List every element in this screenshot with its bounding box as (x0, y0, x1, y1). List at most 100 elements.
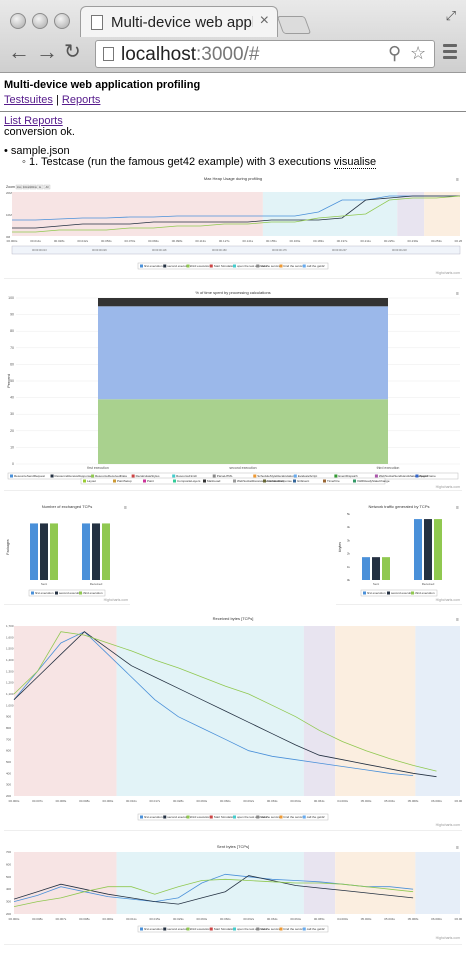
y-tick-label: 70 (10, 346, 14, 350)
x-tick-label: 00.064s (290, 799, 301, 803)
nav-separator: | (55, 94, 59, 106)
legend-swatch (209, 927, 213, 931)
y-tick-label: 1,000 (6, 703, 14, 707)
bookmark-star-icon[interactable]: ☆ (410, 43, 426, 64)
x-tick-label: 06.000s (431, 917, 442, 921)
x-tick-label: 00.008s (79, 917, 90, 921)
minimize-window-button[interactable] (32, 13, 48, 29)
legend-swatch (10, 474, 13, 478)
plot-band (12, 192, 263, 236)
x-tick-label: 00.225s (384, 239, 395, 243)
fullscreen-icon[interactable]: ⤢ (446, 8, 456, 24)
legend-item: first execution (144, 264, 163, 268)
y-tick-label: 500 (6, 875, 11, 879)
browser-chrome: Multi-device web application profiling ×… (0, 0, 466, 73)
address-bar[interactable]: localhost:3000/# ⚲ ☆ (95, 40, 435, 68)
legend-item: XHRReadyStateChange (357, 479, 390, 483)
legend-item: third execution (415, 591, 435, 595)
x-tick-label: 00.000s (9, 917, 20, 921)
x-tick-label: 04.000s (337, 917, 348, 921)
x-tick-label: 00.009s (103, 799, 114, 803)
navigator-tick: 00:00:00.118 (152, 249, 167, 252)
legend-swatch (140, 815, 143, 819)
bar (40, 523, 48, 580)
browser-tab[interactable]: Multi-device web application profiling × (80, 6, 278, 37)
legend-item: EvaluateScript (298, 474, 318, 478)
y-tick-label: 40 (10, 396, 14, 400)
x-tick-label: 00.084s (148, 239, 159, 243)
navigator-tick: 00:00:00.029 (92, 249, 107, 252)
legend-swatch (55, 591, 58, 595)
bar (50, 523, 58, 580)
y-tick-label: 900 (6, 715, 11, 719)
legend-swatch (203, 479, 206, 483)
legend-item: Start Simulation (214, 264, 236, 268)
legend-swatch (172, 474, 176, 478)
forward-button[interactable]: → (36, 40, 58, 64)
bar (82, 523, 90, 580)
menu-icon[interactable] (443, 44, 457, 62)
x-tick-label: Received (90, 582, 103, 586)
chart-menu-icon[interactable]: ≡ (456, 617, 459, 623)
tcp-traffic-chart: Network traffic generated by TCPs ≡ kbytes… (336, 504, 462, 605)
chart-menu-icon[interactable]: ≡ (456, 845, 459, 851)
y-tick-label: 20 (10, 429, 14, 433)
new-tab-button[interactable] (276, 16, 312, 34)
x-tick-label: 00.155s (266, 239, 277, 243)
bar (424, 519, 432, 580)
chart-menu-icon[interactable]: ≡ (456, 291, 459, 297)
x-tick-label: 00.062s (243, 917, 254, 921)
url-text[interactable]: localhost:3000/# (121, 44, 259, 66)
plot-band (335, 852, 416, 914)
legend-item: ResourceReceivedData (95, 474, 127, 478)
page-title: Multi-device web application profiling (4, 79, 201, 91)
url-rest: :3000/# (196, 44, 260, 65)
x-tick-label: 00.098s (172, 239, 183, 243)
legend-item: Start Simulation (214, 927, 236, 931)
bar (372, 557, 380, 580)
legend-swatch (212, 474, 216, 478)
x-tick-label: 00.197s (337, 239, 348, 243)
legend-swatch (233, 815, 236, 819)
y-tick-label: 4k (347, 525, 351, 529)
x-tick-label: 00.127s (219, 239, 230, 243)
y-tick-label: 1,700 (6, 624, 14, 628)
url-host: localhost (121, 44, 196, 65)
plot-band (424, 192, 460, 236)
close-tab-icon[interactable]: × (260, 12, 269, 30)
legend-item: Layout (87, 479, 96, 483)
chart-menu-icon[interactable]: ≡ (124, 505, 127, 511)
chart-title: Number of exchanged TCPs (42, 504, 92, 509)
y-tick-label: 5k (347, 512, 351, 516)
legend-item: ResourceReceiveResponse (55, 474, 93, 478)
legend-item: third execution (191, 264, 211, 268)
x-tick-label: first execution (87, 466, 109, 470)
nav-reports-link[interactable]: Reports (62, 94, 101, 106)
zoom-label: Zoom (6, 185, 15, 189)
x-tick-label: second execution (229, 466, 256, 470)
legend-swatch (253, 474, 257, 478)
back-button[interactable]: ← (8, 40, 30, 64)
y-tick-label: 700 (6, 850, 11, 854)
navigator-tick: 00:00:00.207 (332, 249, 347, 252)
top-nav: Testsuites | Reports (4, 94, 100, 106)
visualise-link[interactable]: visualise (333, 156, 377, 169)
legend-item: ResourceSendRequest (14, 474, 45, 478)
zoom-window-button[interactable] (54, 13, 70, 29)
close-window-button[interactable] (10, 13, 26, 29)
legend-item: call the get42 (307, 927, 325, 931)
chart-title: Max Heap Usage during profiling (204, 176, 262, 181)
legend-item: CompositeLayers (177, 479, 201, 483)
chart-menu-icon[interactable]: ≡ (456, 177, 459, 183)
legend-swatch (353, 479, 356, 483)
x-tick-label: 06.000s (455, 917, 462, 921)
x-tick-label: 05.068s (408, 917, 419, 921)
nav-testsuites-link[interactable]: Testsuites (4, 94, 53, 106)
x-tick-label: 00.029s (173, 917, 184, 921)
legend-swatch (256, 815, 260, 819)
x-tick-label: 00.239s (407, 239, 418, 243)
chart-menu-icon[interactable]: ≡ (456, 505, 459, 511)
search-icon[interactable]: ⚲ (388, 43, 401, 64)
reload-button[interactable]: ↻ (64, 40, 81, 64)
y-tick-label: 50 (10, 379, 14, 383)
